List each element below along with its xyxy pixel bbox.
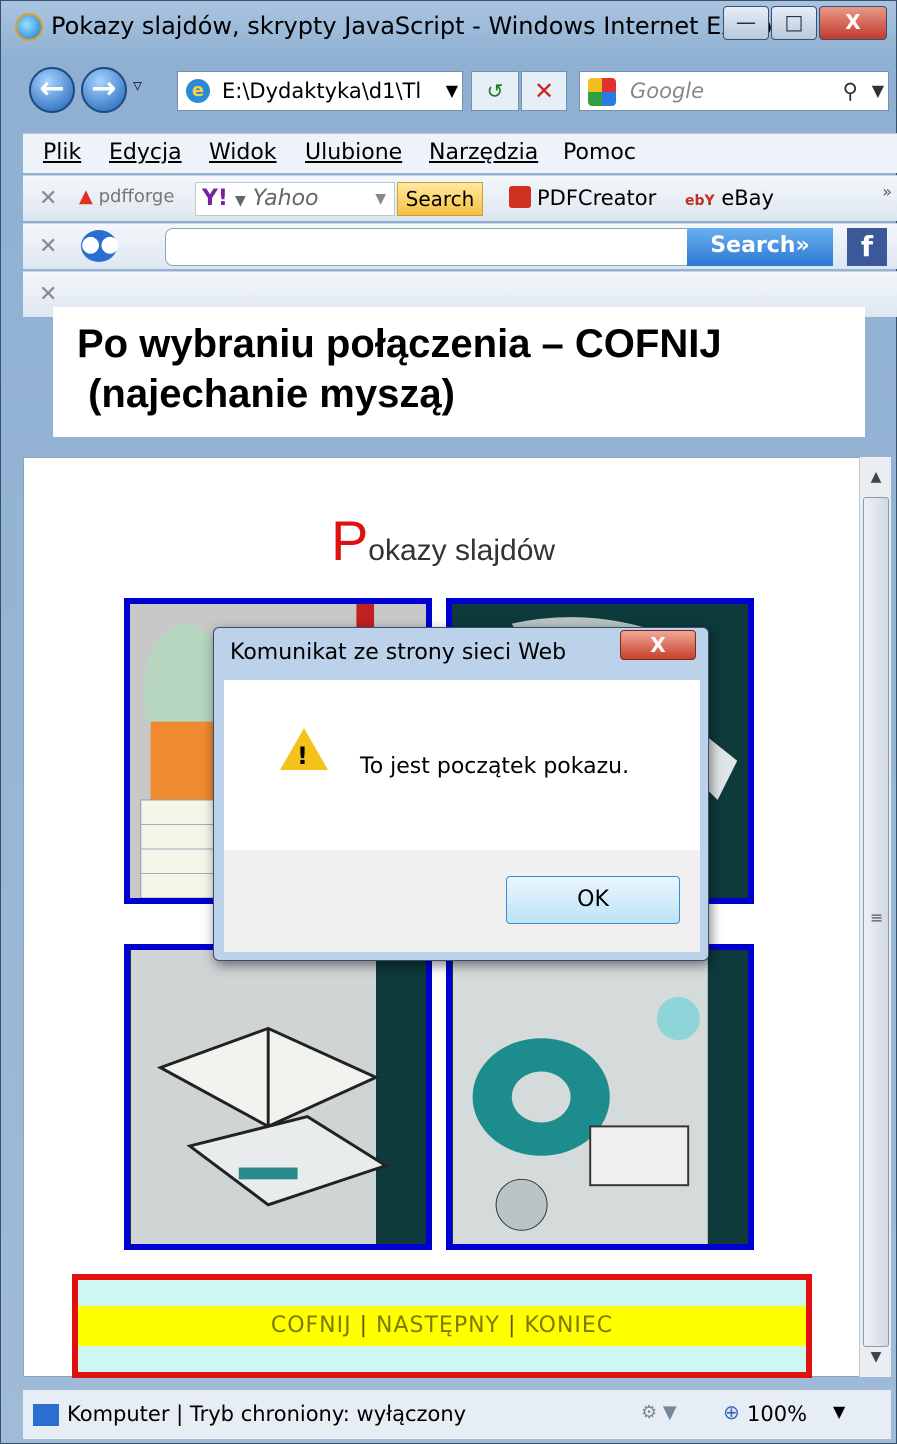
- navigation-bar: ← → ▿ e E:\Dydaktyka\d1\Tl ▼ ↺ ✕ Google …: [1, 61, 897, 121]
- toolbar-search: ✕ ●● Search» f: [23, 223, 897, 269]
- search-dropdown-icon[interactable]: ▼: [872, 72, 884, 110]
- ebay-button[interactable]: ebY eBay: [685, 186, 774, 210]
- address-dropdown-icon[interactable]: ▼: [446, 72, 458, 110]
- menu-bar: Plik Edycja Widok Ulubione Narzędzia Pom…: [23, 133, 897, 173]
- zoom-level[interactable]: 100%: [747, 1402, 807, 1426]
- page-icon: e: [186, 79, 210, 103]
- vertical-scrollbar[interactable]: ▲ ≡ ▼: [859, 457, 891, 1377]
- dialog-close-button[interactable]: X: [620, 630, 696, 660]
- separator: |: [508, 1313, 517, 1338]
- refresh-button[interactable]: ↺: [471, 71, 519, 111]
- forward-button[interactable]: →: [81, 67, 127, 113]
- close-toolbar-icon[interactable]: ✕: [39, 234, 57, 259]
- slide-navigation-box: COFNIJ | NASTĘPNY | KONIEC: [72, 1274, 812, 1378]
- page-title-initial: P: [330, 509, 369, 572]
- pdfforge-label: pdfforge: [98, 186, 175, 207]
- alert-dialog: Komunikat ze strony sieci Web X ! To jes…: [213, 627, 709, 961]
- computer-icon: [33, 1404, 59, 1426]
- yahoo-search-input[interactable]: Y! ▼ Yahoo ▼: [195, 182, 395, 216]
- slide-thumbnail-4[interactable]: [446, 944, 754, 1250]
- stop-button[interactable]: ✕: [521, 71, 567, 111]
- security-icon[interactable]: ⚙ ▼: [641, 1402, 677, 1423]
- back-link[interactable]: COFNIJ: [271, 1313, 352, 1338]
- menu-plik[interactable]: Plik: [43, 140, 81, 165]
- toolbar-logo-icon[interactable]: ●●: [81, 230, 119, 262]
- yahoo-label: Yahoo: [252, 186, 319, 211]
- toolbar-pdfforge: ✕ ▲ pdfforge Y! ▼ Yahoo ▼ Search PDFCrea…: [23, 175, 897, 221]
- grip-icon: ≡: [870, 908, 884, 927]
- menu-label: Pomoc: [563, 140, 636, 165]
- title-bar: Pokazy slajdów, skrypty JavaScript - Win…: [1, 1, 897, 51]
- end-link[interactable]: KONIEC: [524, 1313, 613, 1338]
- facebook-icon[interactable]: f: [847, 228, 887, 266]
- address-text: E:\Dydaktyka\d1\Tl: [222, 79, 422, 103]
- scroll-thumb[interactable]: ≡: [863, 497, 889, 1347]
- slide-thumbnail-3[interactable]: [124, 944, 432, 1250]
- scroll-up-icon[interactable]: ▲: [862, 461, 890, 493]
- address-bar[interactable]: e E:\Dydaktyka\d1\Tl ▼: [177, 71, 463, 111]
- menu-label: Widok: [209, 140, 277, 165]
- menu-label: Ulubione: [305, 140, 403, 165]
- ebay-label: eBay: [721, 186, 774, 210]
- status-bar: Komputer | Tryb chroniony: wyłączony ⚙ ▼…: [23, 1389, 891, 1439]
- pdfforge-logo[interactable]: ▲ pdfforge: [79, 186, 174, 207]
- search-placeholder: Google: [630, 79, 705, 103]
- menu-narzedzia[interactable]: Narzędzia: [429, 140, 538, 165]
- menu-label: Edycja: [109, 140, 182, 165]
- zoom-icon[interactable]: ⊕: [723, 1400, 740, 1424]
- slide-caption: Po wybraniu połączenia – COFNIJ (najecha…: [53, 307, 865, 437]
- dialog-footer: OK: [224, 850, 700, 952]
- ok-button[interactable]: OK: [506, 876, 680, 924]
- search-input[interactable]: Google ⚲ ▼: [579, 71, 889, 111]
- page-title: Pokazy slajdów: [24, 508, 862, 573]
- browser-window: Pokazy slajdów, skrypty JavaScript - Win…: [0, 0, 897, 1444]
- more-chevron-icon[interactable]: »: [882, 182, 892, 201]
- separator: |: [359, 1313, 369, 1338]
- back-button[interactable]: ←: [29, 67, 75, 113]
- close-toolbar-icon[interactable]: ✕: [39, 282, 57, 307]
- google-icon: [588, 78, 616, 106]
- history-dropdown-icon[interactable]: ▿: [133, 75, 142, 96]
- toolbar-search-button[interactable]: Search»: [687, 228, 833, 266]
- page-title-rest: okazy slajdów: [368, 534, 556, 567]
- minimize-button[interactable]: —: [723, 6, 769, 40]
- dialog-title: Komunikat ze strony sieci Web: [230, 640, 567, 665]
- pdf-icon: [509, 186, 531, 208]
- menu-label: Narzędzia: [429, 140, 539, 165]
- zoom-dropdown-icon[interactable]: ▼: [833, 1402, 845, 1421]
- status-text: Komputer | Tryb chroniony: wyłączony: [67, 1402, 467, 1426]
- pdfcreator-label: PDFCreator: [537, 186, 657, 210]
- window-title: Pokazy slajdów, skrypty JavaScript - Win…: [51, 12, 803, 40]
- slide-3-image: [131, 950, 425, 1244]
- caption-line-1: Po wybraniu połączenia – COFNIJ: [77, 322, 722, 366]
- menu-label: Plik: [43, 140, 82, 165]
- menu-edycja[interactable]: Edycja: [109, 140, 182, 165]
- menu-pomoc[interactable]: Pomoc: [563, 140, 636, 165]
- dialog-body: ! To jest początek pokazu.: [224, 680, 700, 850]
- slide-4-image: [453, 950, 747, 1244]
- toolbar-search-input[interactable]: [165, 228, 689, 266]
- close-button[interactable]: X: [819, 6, 887, 40]
- menu-widok[interactable]: Widok: [209, 140, 277, 165]
- scroll-down-icon[interactable]: ▼: [862, 1341, 890, 1373]
- pdfcreator-button[interactable]: PDFCreator: [509, 186, 656, 210]
- next-link[interactable]: NASTĘPNY: [376, 1313, 500, 1338]
- maximize-button[interactable]: □: [771, 6, 817, 40]
- yahoo-logo: Y!: [202, 186, 228, 211]
- search-icon[interactable]: ⚲: [843, 72, 858, 110]
- yahoo-search-button[interactable]: Search: [397, 182, 483, 216]
- menu-ulubione[interactable]: Ulubione: [305, 140, 402, 165]
- caption-line-2: (najechanie myszą): [77, 372, 455, 416]
- close-toolbar-icon[interactable]: ✕: [39, 186, 57, 211]
- ie-logo-icon: [15, 13, 43, 41]
- navigation-strip: COFNIJ | NASTĘPNY | KONIEC: [78, 1306, 806, 1346]
- warning-mark: !: [297, 742, 308, 770]
- dialog-message: To jest początek pokazu.: [360, 754, 630, 779]
